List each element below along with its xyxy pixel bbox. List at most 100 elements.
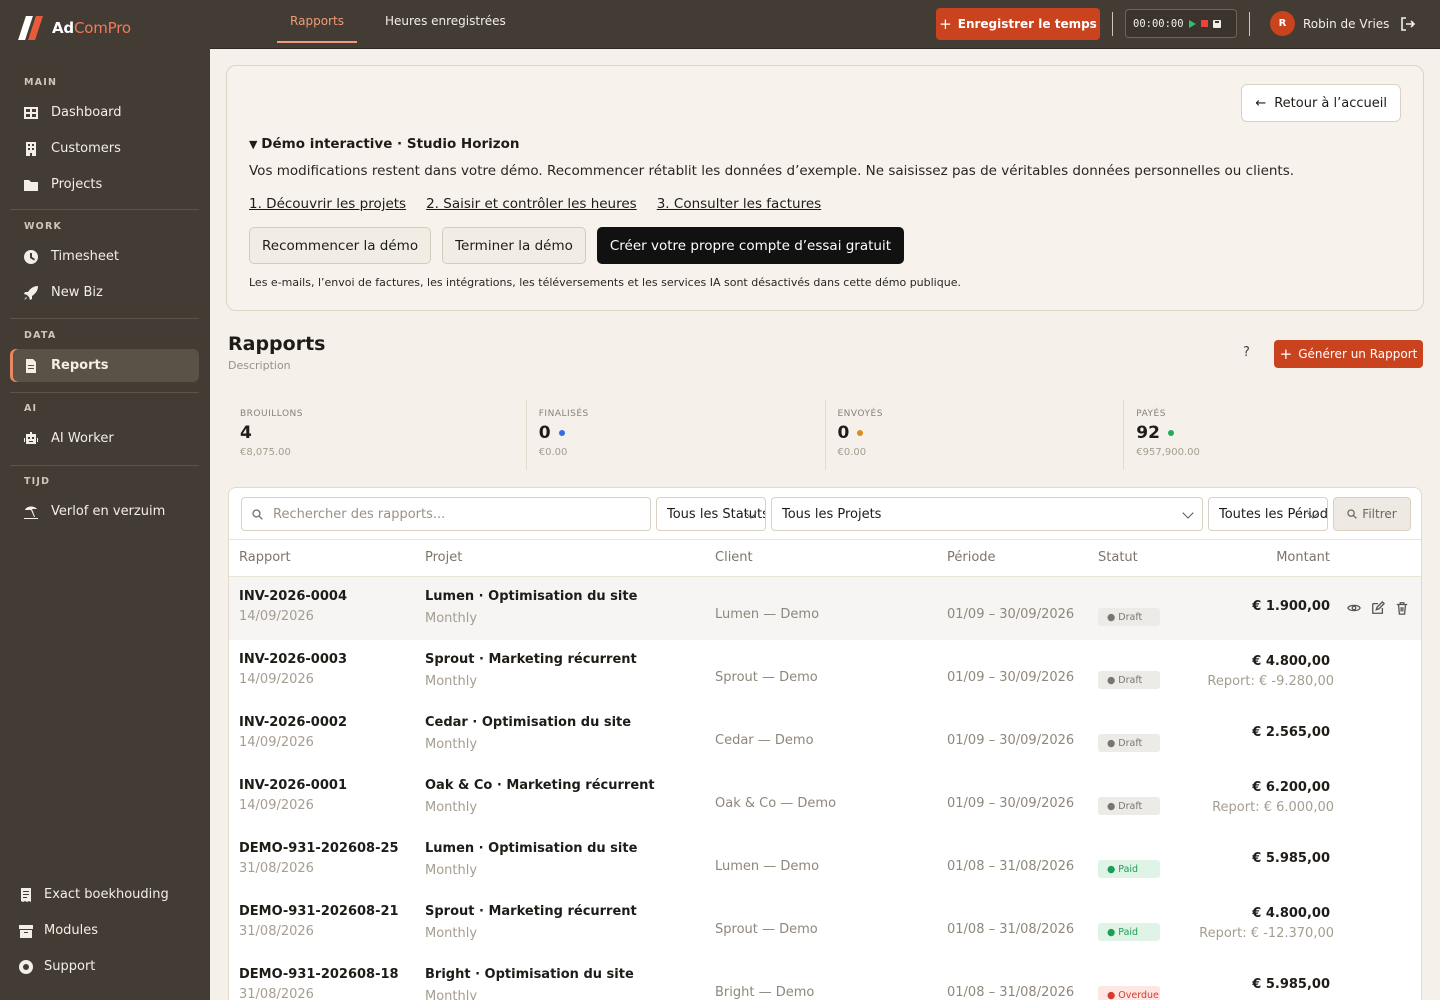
projects-select[interactable]: Tous les Projets xyxy=(771,497,1203,531)
edit-icon[interactable] xyxy=(1371,601,1385,615)
projects-select-value: Tous les Projets xyxy=(782,506,882,522)
restart-demo-button[interactable]: Recommencer la démo xyxy=(249,227,432,264)
status-badge: ● Draft xyxy=(1098,734,1160,752)
stat-amount: €0.00 xyxy=(538,447,568,458)
status-select[interactable]: Tous les Statuts xyxy=(656,497,766,531)
sidebar-item-timesheet[interactable]: Timesheet xyxy=(10,240,199,273)
column-header-status[interactable]: Statut xyxy=(1098,550,1138,565)
client-name: Sprout — Demo xyxy=(715,922,818,937)
report-id[interactable]: INV-2026-0002 xyxy=(239,715,347,730)
sidebar-item-exact[interactable]: Exact boekhouding xyxy=(4,878,199,911)
sidebar-item-label: Timesheet xyxy=(51,249,119,264)
report-id[interactable]: INV-2026-0004 xyxy=(239,589,347,604)
nav-section-data: DATA Reports xyxy=(10,330,199,385)
record-time-label: Enregistrer le temps xyxy=(957,17,1097,31)
sidebar-item-customers[interactable]: Customers xyxy=(10,132,199,165)
end-demo-button[interactable]: Terminer la démo xyxy=(442,227,586,264)
column-header-period[interactable]: Période xyxy=(947,550,996,565)
stop-icon[interactable] xyxy=(1200,20,1208,27)
sidebar-item-projects[interactable]: Projects xyxy=(10,168,199,201)
demo-link-invoices[interactable]: 3. Consulter les factures xyxy=(657,196,821,212)
topbar: Rapports Heures enregistrées + Enregistr… xyxy=(210,0,1440,49)
demo-link-projects[interactable]: 1. Découvrir les projets xyxy=(249,196,406,212)
create-account-button[interactable]: Créer votre propre compte d’essai gratui… xyxy=(596,227,905,264)
sidebar-item-new-biz[interactable]: New Biz xyxy=(10,276,199,309)
row-actions xyxy=(1347,601,1409,615)
sidebar-item-dashboard[interactable]: Dashboard xyxy=(10,96,199,129)
plus-icon: + xyxy=(939,14,952,33)
stat-amount: €957,900.00 xyxy=(1136,447,1200,458)
sidebar-item-ai-worker[interactable]: AI Worker xyxy=(10,422,199,455)
project-frequency: Monthly xyxy=(425,989,478,1000)
table-row[interactable]: DEMO-931-202608-25 31/08/2026 Lumen · Opti… xyxy=(229,829,1421,892)
report-id[interactable]: DEMO-931-202608-25 xyxy=(239,841,399,856)
tab-heures-enregistrees[interactable]: Heures enregistrées xyxy=(385,0,506,43)
filters-bar: Rechercher des rapports... Tous les Stat… xyxy=(229,488,1421,540)
table-row[interactable]: DEMO-931-202608-18 31/08/2026 Bright · Opt… xyxy=(229,955,1421,1000)
back-home-button[interactable]: ← Retour à l’accueil xyxy=(1241,84,1401,122)
report-id[interactable]: DEMO-931-202608-18 xyxy=(239,967,399,982)
avatar: R xyxy=(1270,11,1295,36)
divider xyxy=(1249,12,1250,36)
status-dot-icon xyxy=(857,430,864,436)
trash-icon[interactable] xyxy=(1395,601,1409,615)
user-menu[interactable]: R Robin de Vries xyxy=(1270,11,1389,36)
logout-icon[interactable] xyxy=(1400,16,1416,32)
report-date: 14/09/2026 xyxy=(239,672,314,687)
status-badge: ● Draft xyxy=(1098,608,1160,626)
filter-button[interactable]: Filtrer xyxy=(1333,497,1411,531)
generate-report-button[interactable]: + Générer un Rapport xyxy=(1274,340,1423,368)
column-header-amount[interactable]: Montant xyxy=(1276,550,1330,565)
page-subtitle: Description xyxy=(228,359,291,372)
table-row[interactable]: DEMO-931-202608-21 31/08/2026 Sprout · Mar… xyxy=(229,892,1421,955)
demo-title[interactable]: ▼ Démo interactive · Studio Horizon xyxy=(249,136,520,152)
project-frequency: Monthly xyxy=(425,926,478,941)
demo-link-hours[interactable]: 2. Saisir et contrôler les heures xyxy=(426,196,637,212)
periods-select[interactable]: Toutes les Périodes xyxy=(1208,497,1328,531)
project-frequency: Monthly xyxy=(425,800,478,815)
record-time-button[interactable]: + Enregistrer le temps xyxy=(936,8,1100,40)
project-name: Lumen · Optimisation du site xyxy=(425,841,638,856)
stat-label: FINALISÉS xyxy=(538,409,589,419)
stat-card: FINALISÉS 0 €0.00 xyxy=(527,400,826,470)
help-icon[interactable]: ? xyxy=(1243,345,1250,360)
tab-rapports[interactable]: Rapports xyxy=(277,0,357,43)
stat-value: 0 xyxy=(539,423,825,443)
box-icon xyxy=(19,924,33,938)
save-icon[interactable] xyxy=(1212,19,1221,28)
nav-section-main: MAIN Dashboard Customers Projects xyxy=(10,77,199,204)
sidebar-item-modules[interactable]: Modules xyxy=(4,914,199,947)
sidebar-item-label: Support xyxy=(44,959,96,974)
demo-banner: ← Retour à l’accueil ▼ Démo interactive … xyxy=(226,65,1424,311)
search-input[interactable]: Rechercher des rapports... xyxy=(241,497,651,531)
column-header-project[interactable]: Projet xyxy=(425,550,462,565)
report-period: 01/08 – 31/08/2026 xyxy=(947,922,1075,937)
sidebar-item-reports[interactable]: Reports xyxy=(10,349,199,382)
report-id[interactable]: DEMO-931-202608-21 xyxy=(239,904,399,919)
sidebar-item-verlof[interactable]: Verlof en verzuim xyxy=(10,495,199,528)
column-header-client[interactable]: Client xyxy=(715,550,753,565)
play-icon[interactable] xyxy=(1188,19,1196,28)
report-id[interactable]: INV-2026-0003 xyxy=(239,652,347,667)
client-name: Oak & Co — Demo xyxy=(715,796,837,811)
report-id[interactable]: INV-2026-0001 xyxy=(239,778,347,793)
table-row[interactable]: INV-2026-0003 14/09/2026 Sprout · Marketin… xyxy=(229,640,1421,703)
logo[interactable]: AdComPro xyxy=(18,16,131,40)
sidebar-item-support[interactable]: Support xyxy=(4,950,199,983)
lifebuoy-icon xyxy=(19,959,33,974)
table-row[interactable]: INV-2026-0002 14/09/2026 Cedar · Optimisat… xyxy=(229,703,1421,766)
report-amount: € 5.985,00 xyxy=(1252,977,1330,992)
report-date: 14/09/2026 xyxy=(239,798,314,813)
table-row[interactable]: INV-2026-0004 14/09/2026 Lumen · Optimisat… xyxy=(229,577,1421,640)
status-dot-icon: ● xyxy=(1107,674,1116,686)
sidebar-bottom: Exact boekhouding Modules Support xyxy=(4,878,199,986)
generate-report-label: Générer un Rapport xyxy=(1298,347,1418,361)
nav-divider xyxy=(10,209,199,210)
report-amount: € 2.565,00 xyxy=(1252,725,1330,740)
column-header-report[interactable]: Rapport xyxy=(239,550,291,565)
nav-section-label: AI xyxy=(24,403,38,414)
eye-icon[interactable] xyxy=(1347,601,1361,615)
back-home-label: Retour à l’accueil xyxy=(1274,95,1387,111)
page-title: Rapports xyxy=(228,333,326,355)
table-row[interactable]: INV-2026-0001 14/09/2026 Oak & Co · Market… xyxy=(229,766,1421,829)
